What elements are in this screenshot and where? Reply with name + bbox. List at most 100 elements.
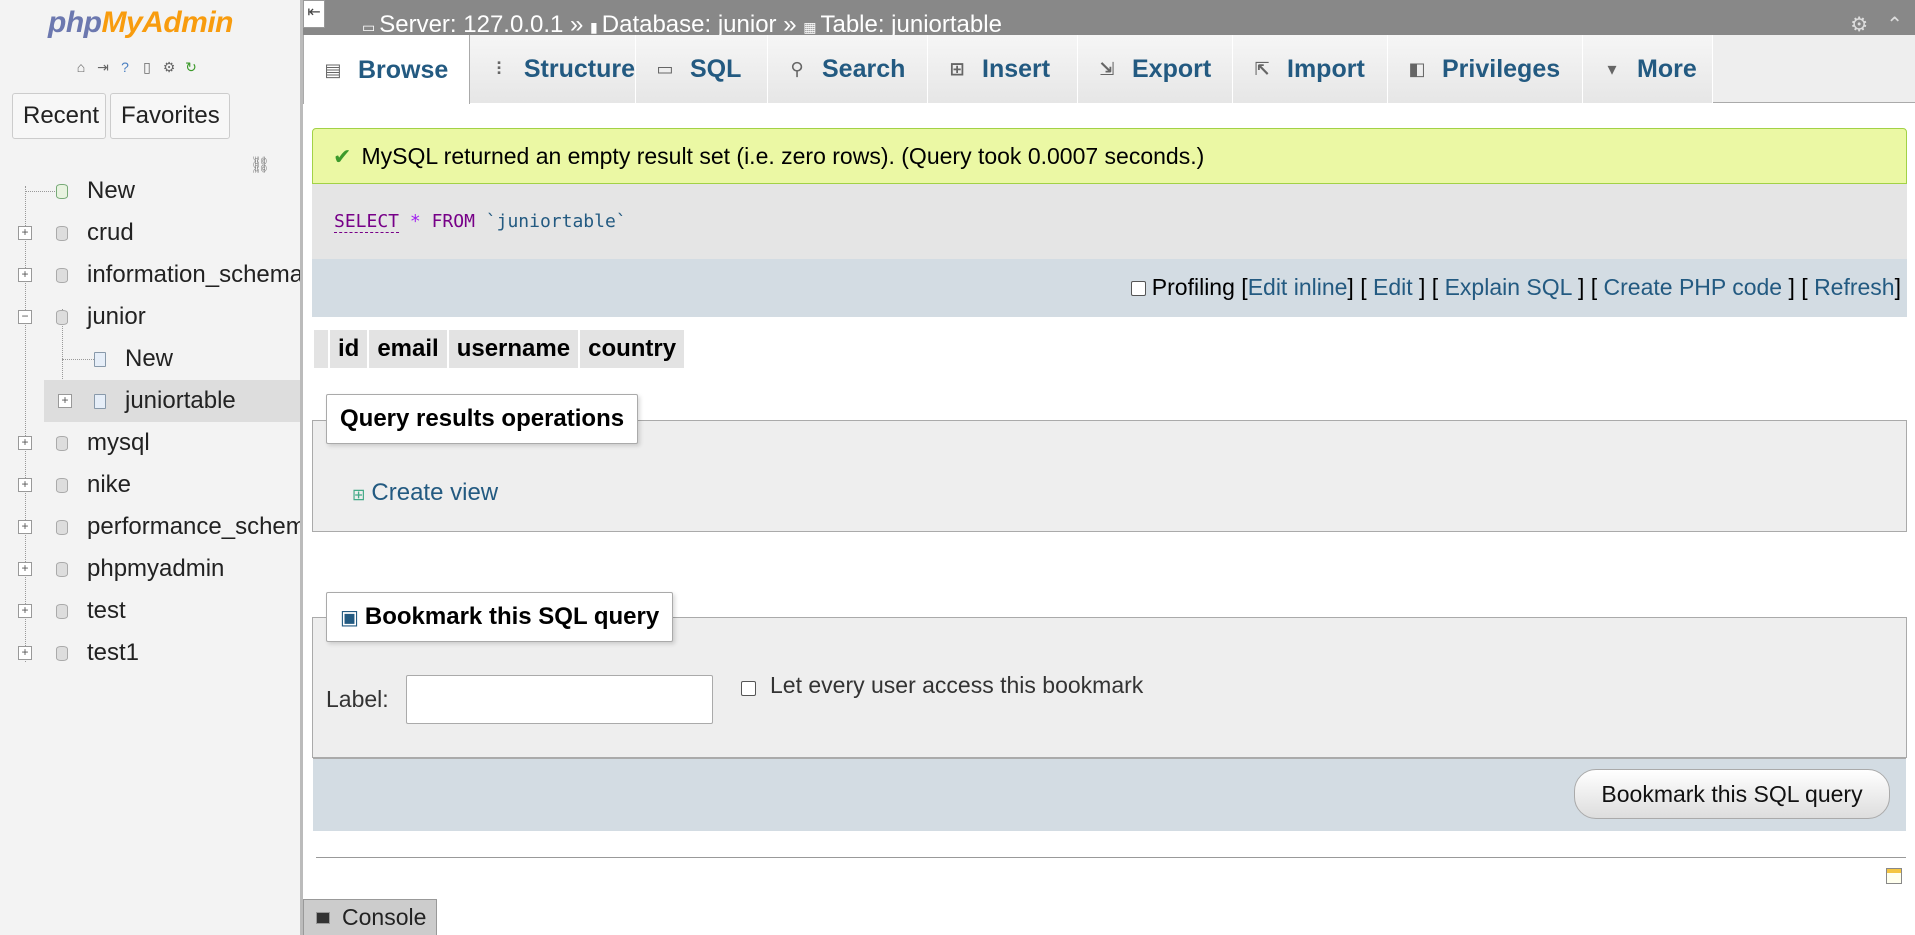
database-icon [56, 436, 68, 451]
expand-icon[interactable]: + [18, 646, 32, 660]
tree-item-information-schema[interactable]: + information_schema [0, 254, 300, 296]
console-toggle[interactable]: Console [303, 899, 437, 935]
tab-label: Export [1132, 55, 1212, 83]
docs-icon[interactable]: ▯ [138, 58, 156, 76]
tree-item-phpmyadmin[interactable]: + phpmyadmin [0, 548, 300, 590]
tree-item-junior-new[interactable]: New [0, 338, 300, 380]
favorites-tab[interactable]: Favorites [110, 93, 230, 139]
table-icon: ▦ [803, 19, 817, 35]
explain-sql-link[interactable]: Explain SQL [1445, 274, 1572, 300]
tree-label[interactable]: New [125, 338, 173, 380]
database-icon [56, 268, 68, 283]
tree-item-new[interactable]: New [0, 170, 300, 212]
tab-more[interactable]: ▾ More [1583, 35, 1713, 103]
expand-icon[interactable]: + [18, 226, 32, 240]
database-icon: ▮ [590, 19, 598, 35]
tree-label[interactable]: test1 [87, 632, 139, 674]
help-icon[interactable]: ? [116, 58, 134, 76]
breadcrumb-database[interactable]: Database: junior [602, 11, 777, 38]
tree-item-junior[interactable]: − junior [0, 296, 300, 338]
sql-keyword-select[interactable]: SELECT [334, 211, 400, 233]
tree-item-mysql[interactable]: + mysql [0, 422, 300, 464]
tree-item-crud[interactable]: + crud [0, 212, 300, 254]
tree-label[interactable]: juniortable [125, 380, 236, 422]
top-right-controls: ⚙ ⌃ [1850, 12, 1903, 37]
structure-icon: ⫶ [496, 59, 502, 79]
tab-label: Import [1287, 55, 1365, 83]
nav-resizer[interactable] [300, 0, 303, 935]
tab-browse[interactable]: ▤ Browse [303, 35, 470, 104]
expand-icon[interactable]: + [18, 436, 32, 450]
collapse-top-icon[interactable]: ⌃ [1886, 12, 1903, 37]
browse-icon: ▤ [324, 59, 342, 80]
logout-icon[interactable]: ⇥ [94, 58, 112, 76]
logo-php: php [48, 6, 102, 39]
column-header-email[interactable]: email [369, 330, 447, 368]
column-header-username[interactable]: username [448, 330, 579, 368]
page-settings-icon[interactable] [1886, 868, 1902, 884]
create-view-label: Create view [371, 479, 499, 506]
tab-label: More [1637, 55, 1697, 83]
create-php-code-link[interactable]: Create PHP code [1604, 274, 1783, 300]
tree-label[interactable]: crud [87, 212, 134, 254]
create-view-link[interactable]: ⊞ Create view [352, 478, 498, 511]
expand-icon[interactable]: + [18, 604, 32, 618]
recent-tab[interactable]: Recent [12, 93, 106, 139]
reload-icon[interactable]: ↻ [182, 58, 200, 76]
collapse-nav-button[interactable]: ⇤ [303, 0, 325, 28]
bookmark-label-input[interactable] [406, 675, 713, 724]
expand-icon[interactable]: + [18, 520, 32, 534]
expand-icon[interactable]: + [18, 478, 32, 492]
profiling-label: Profiling [1151, 274, 1235, 300]
phpmyadmin-logo[interactable]: phpMyAdmin [48, 6, 233, 40]
sql-star: * [409, 211, 421, 232]
import-icon: ⇱ [1254, 59, 1270, 79]
tree-label[interactable]: phpmyadmin [87, 548, 224, 590]
tree-label[interactable]: information_schema [87, 254, 300, 296]
tree-item-juniortable[interactable]: + juniortable [44, 380, 300, 422]
profiling-checkbox[interactable] [1130, 281, 1146, 297]
expand-icon[interactable]: + [58, 394, 72, 408]
tab-import[interactable]: ⇱ Import [1233, 35, 1388, 103]
edit-inline-link[interactable]: Edit inline [1248, 274, 1348, 300]
tab-insert[interactable]: ⊞ Insert [928, 35, 1078, 103]
share-bookmark-checkbox[interactable] [741, 681, 756, 696]
tree-label[interactable]: performance_schema [87, 506, 300, 548]
tree-label[interactable]: New [87, 170, 135, 212]
refresh-link[interactable]: Refresh [1814, 274, 1895, 300]
divider [316, 857, 1906, 858]
tree-label[interactable]: junior [87, 296, 146, 338]
expand-icon[interactable]: + [18, 562, 32, 576]
create-view-icon: ⊞ [352, 487, 366, 504]
settings-icon[interactable]: ⚙ [160, 58, 178, 76]
success-message: ✔ MySQL returned an empty result set (i.e… [312, 128, 1907, 184]
bookmark-query-button[interactable]: Bookmark this SQL query [1574, 769, 1890, 819]
check-icon: ✔ [333, 144, 352, 169]
tab-sql[interactable]: ▭ SQL [636, 35, 768, 103]
breadcrumb-table[interactable]: Table: juniortable [820, 11, 1001, 38]
edit-link[interactable]: Edit [1373, 274, 1413, 300]
tree-item-performance-schema[interactable]: + performance_schema [0, 506, 300, 548]
tree-item-nike[interactable]: + nike [0, 464, 300, 506]
collapse-icon[interactable]: − [18, 310, 32, 324]
breadcrumb-server[interactable]: Server: 127.0.0.1 [379, 11, 563, 38]
tree-item-test[interactable]: + test [0, 590, 300, 632]
tab-privileges[interactable]: ◧ Privileges [1388, 35, 1583, 103]
tab-search[interactable]: ⚲ Search [768, 35, 928, 103]
column-header-id[interactable]: id [330, 330, 368, 368]
column-header-country[interactable]: country [580, 330, 685, 368]
tab-structure[interactable]: ⫶ Structure [470, 35, 636, 103]
expand-icon[interactable]: + [18, 268, 32, 282]
privileges-icon: ◧ [1408, 59, 1426, 79]
tree-item-test1[interactable]: + test1 [0, 632, 300, 674]
logo-myadmin: MyAdmin [101, 6, 233, 39]
new-db-icon [56, 184, 68, 199]
home-icon[interactable]: ⌂ [72, 58, 90, 76]
settings-icon[interactable]: ⚙ [1850, 12, 1868, 37]
tree-label[interactable]: nike [87, 464, 131, 506]
database-icon [56, 562, 68, 577]
server-icon: ▭ [362, 19, 376, 35]
tree-label[interactable]: mysql [87, 422, 150, 464]
tree-label[interactable]: test [87, 590, 126, 632]
tab-export[interactable]: ⇲ Export [1078, 35, 1233, 103]
